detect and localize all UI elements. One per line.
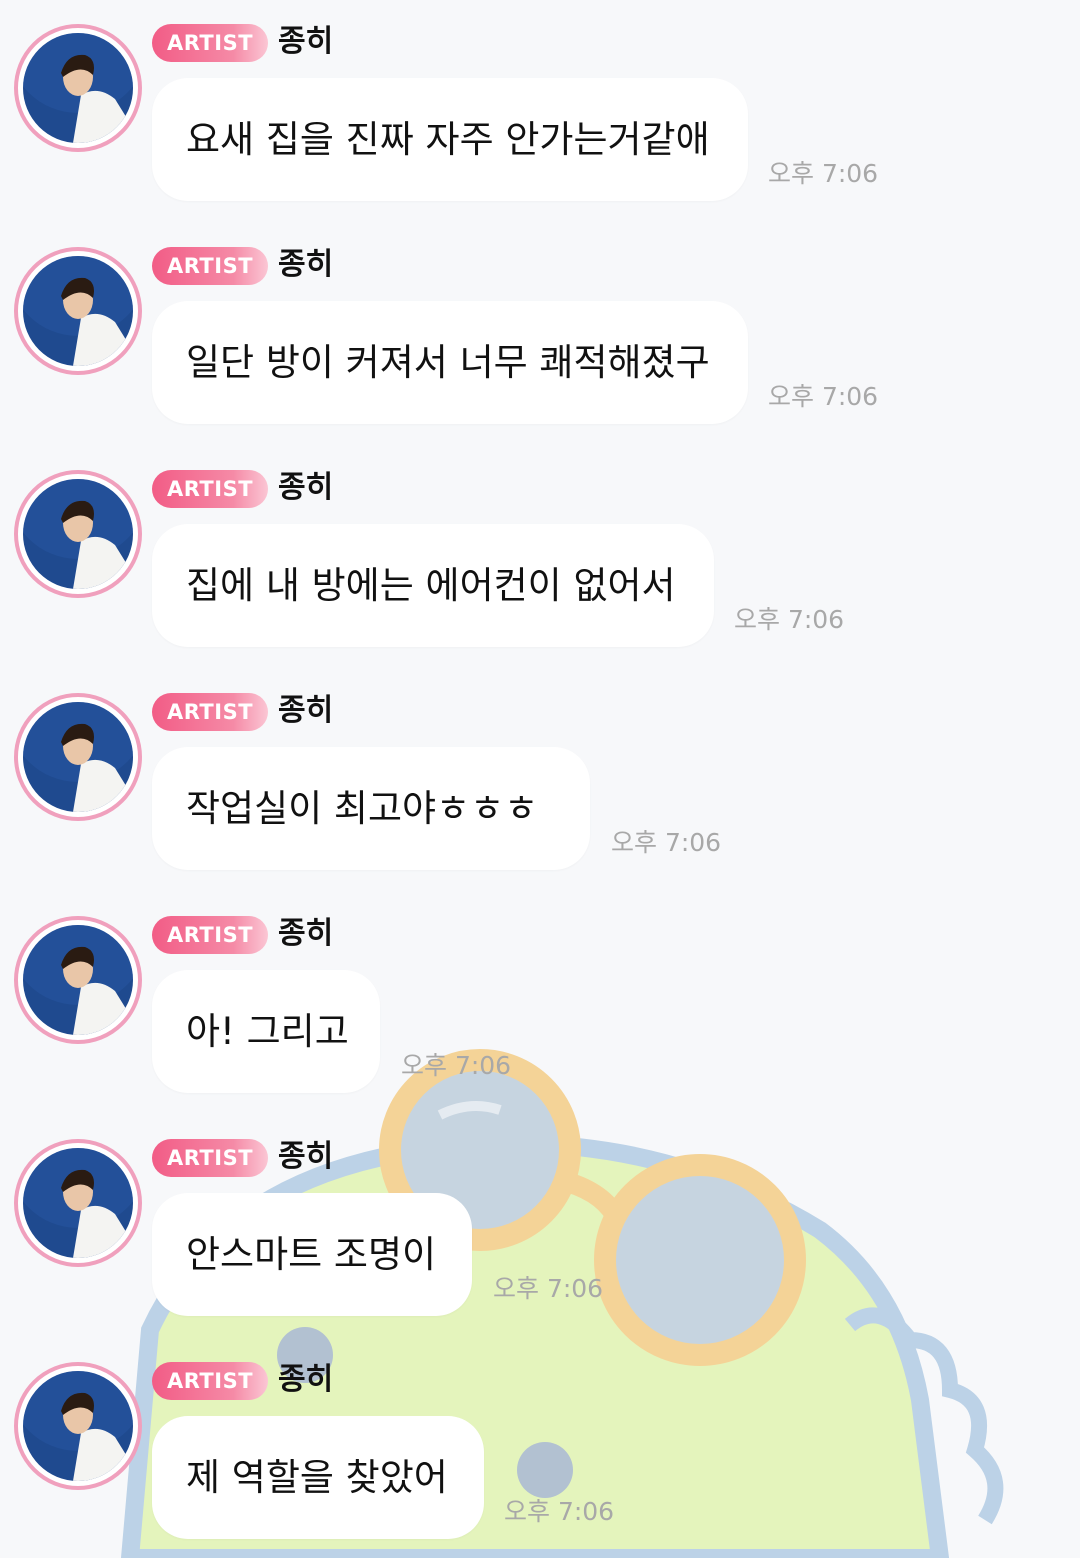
avatar[interactable] <box>14 1139 142 1267</box>
avatar[interactable] <box>14 1362 142 1490</box>
message-bubble[interactable]: 요새 집을 진짜 자주 안가는거같애 <box>152 78 748 201</box>
artist-avatar-image <box>23 1148 133 1258</box>
chat-message: ARTIST 종히 집에 내 방에는 에어컨이 없어서 오후 7:06 <box>0 446 1080 669</box>
artist-badge: ARTIST <box>152 1139 268 1177</box>
message-bubble[interactable]: 안스마트 조명이 <box>152 1193 472 1316</box>
sender-name[interactable]: 종히 <box>278 22 333 62</box>
avatar[interactable] <box>14 693 142 821</box>
artist-badge: ARTIST <box>152 693 268 731</box>
chat-screen: ARTIST 종히 요새 집을 진짜 자주 안가는거같애 오후 7:06 ART… <box>0 0 1080 1558</box>
chat-message: ARTIST 종히 일단 방이 커져서 너무 쾌적해졌구 오후 7:06 <box>0 223 1080 446</box>
chat-message: ARTIST 종히 안스마트 조명이 오후 7:06 <box>0 1115 1080 1338</box>
artist-badge: ARTIST <box>152 916 268 954</box>
avatar[interactable] <box>14 470 142 598</box>
artist-avatar-image <box>23 33 133 143</box>
message-timestamp: 오후 7:06 <box>611 828 722 857</box>
sender-name[interactable]: 종히 <box>278 468 333 508</box>
artist-avatar-image <box>23 702 133 812</box>
message-timestamp: 오후 7:06 <box>493 1274 604 1303</box>
message-timestamp: 오후 7:06 <box>768 159 879 188</box>
artist-badge: ARTIST <box>152 24 268 62</box>
sender-name[interactable]: 종히 <box>278 691 333 731</box>
chat-message: ARTIST 종히 작업실이 최고야ㅎㅎㅎ 오후 7:06 <box>0 669 1080 892</box>
artist-badge: ARTIST <box>152 470 268 508</box>
artist-badge: ARTIST <box>152 1362 268 1400</box>
avatar[interactable] <box>14 916 142 1044</box>
avatar[interactable] <box>14 247 142 375</box>
artist-avatar-image <box>23 1371 133 1481</box>
message-timestamp: 오후 7:06 <box>401 1051 512 1080</box>
sender-name[interactable]: 종히 <box>278 1360 333 1400</box>
sender-name[interactable]: 종히 <box>278 1137 333 1177</box>
message-bubble[interactable]: 작업실이 최고야ㅎㅎㅎ <box>152 747 590 870</box>
message-timestamp: 오후 7:06 <box>734 605 845 634</box>
chat-message: ARTIST 종히 요새 집을 진짜 자주 안가는거같애 오후 7:06 <box>0 0 1080 223</box>
artist-avatar-image <box>23 925 133 1035</box>
artist-avatar-image <box>23 479 133 589</box>
artist-badge: ARTIST <box>152 247 268 285</box>
message-timestamp: 오후 7:06 <box>768 382 879 411</box>
sender-name[interactable]: 종히 <box>278 245 333 285</box>
message-bubble[interactable]: 집에 내 방에는 에어컨이 없어서 <box>152 524 714 647</box>
chat-message: ARTIST 종히 아! 그리고 오후 7:06 <box>0 892 1080 1115</box>
message-timestamp: 오후 7:06 <box>504 1497 615 1526</box>
chat-message: ARTIST 종히 제 역할을 찾았어 오후 7:06 <box>0 1338 1080 1558</box>
avatar[interactable] <box>14 24 142 152</box>
message-bubble[interactable]: 일단 방이 커져서 너무 쾌적해졌구 <box>152 301 748 424</box>
message-bubble[interactable]: 아! 그리고 <box>152 970 380 1093</box>
artist-avatar-image <box>23 256 133 366</box>
message-bubble[interactable]: 제 역할을 찾았어 <box>152 1416 484 1539</box>
sender-name[interactable]: 종히 <box>278 914 333 954</box>
